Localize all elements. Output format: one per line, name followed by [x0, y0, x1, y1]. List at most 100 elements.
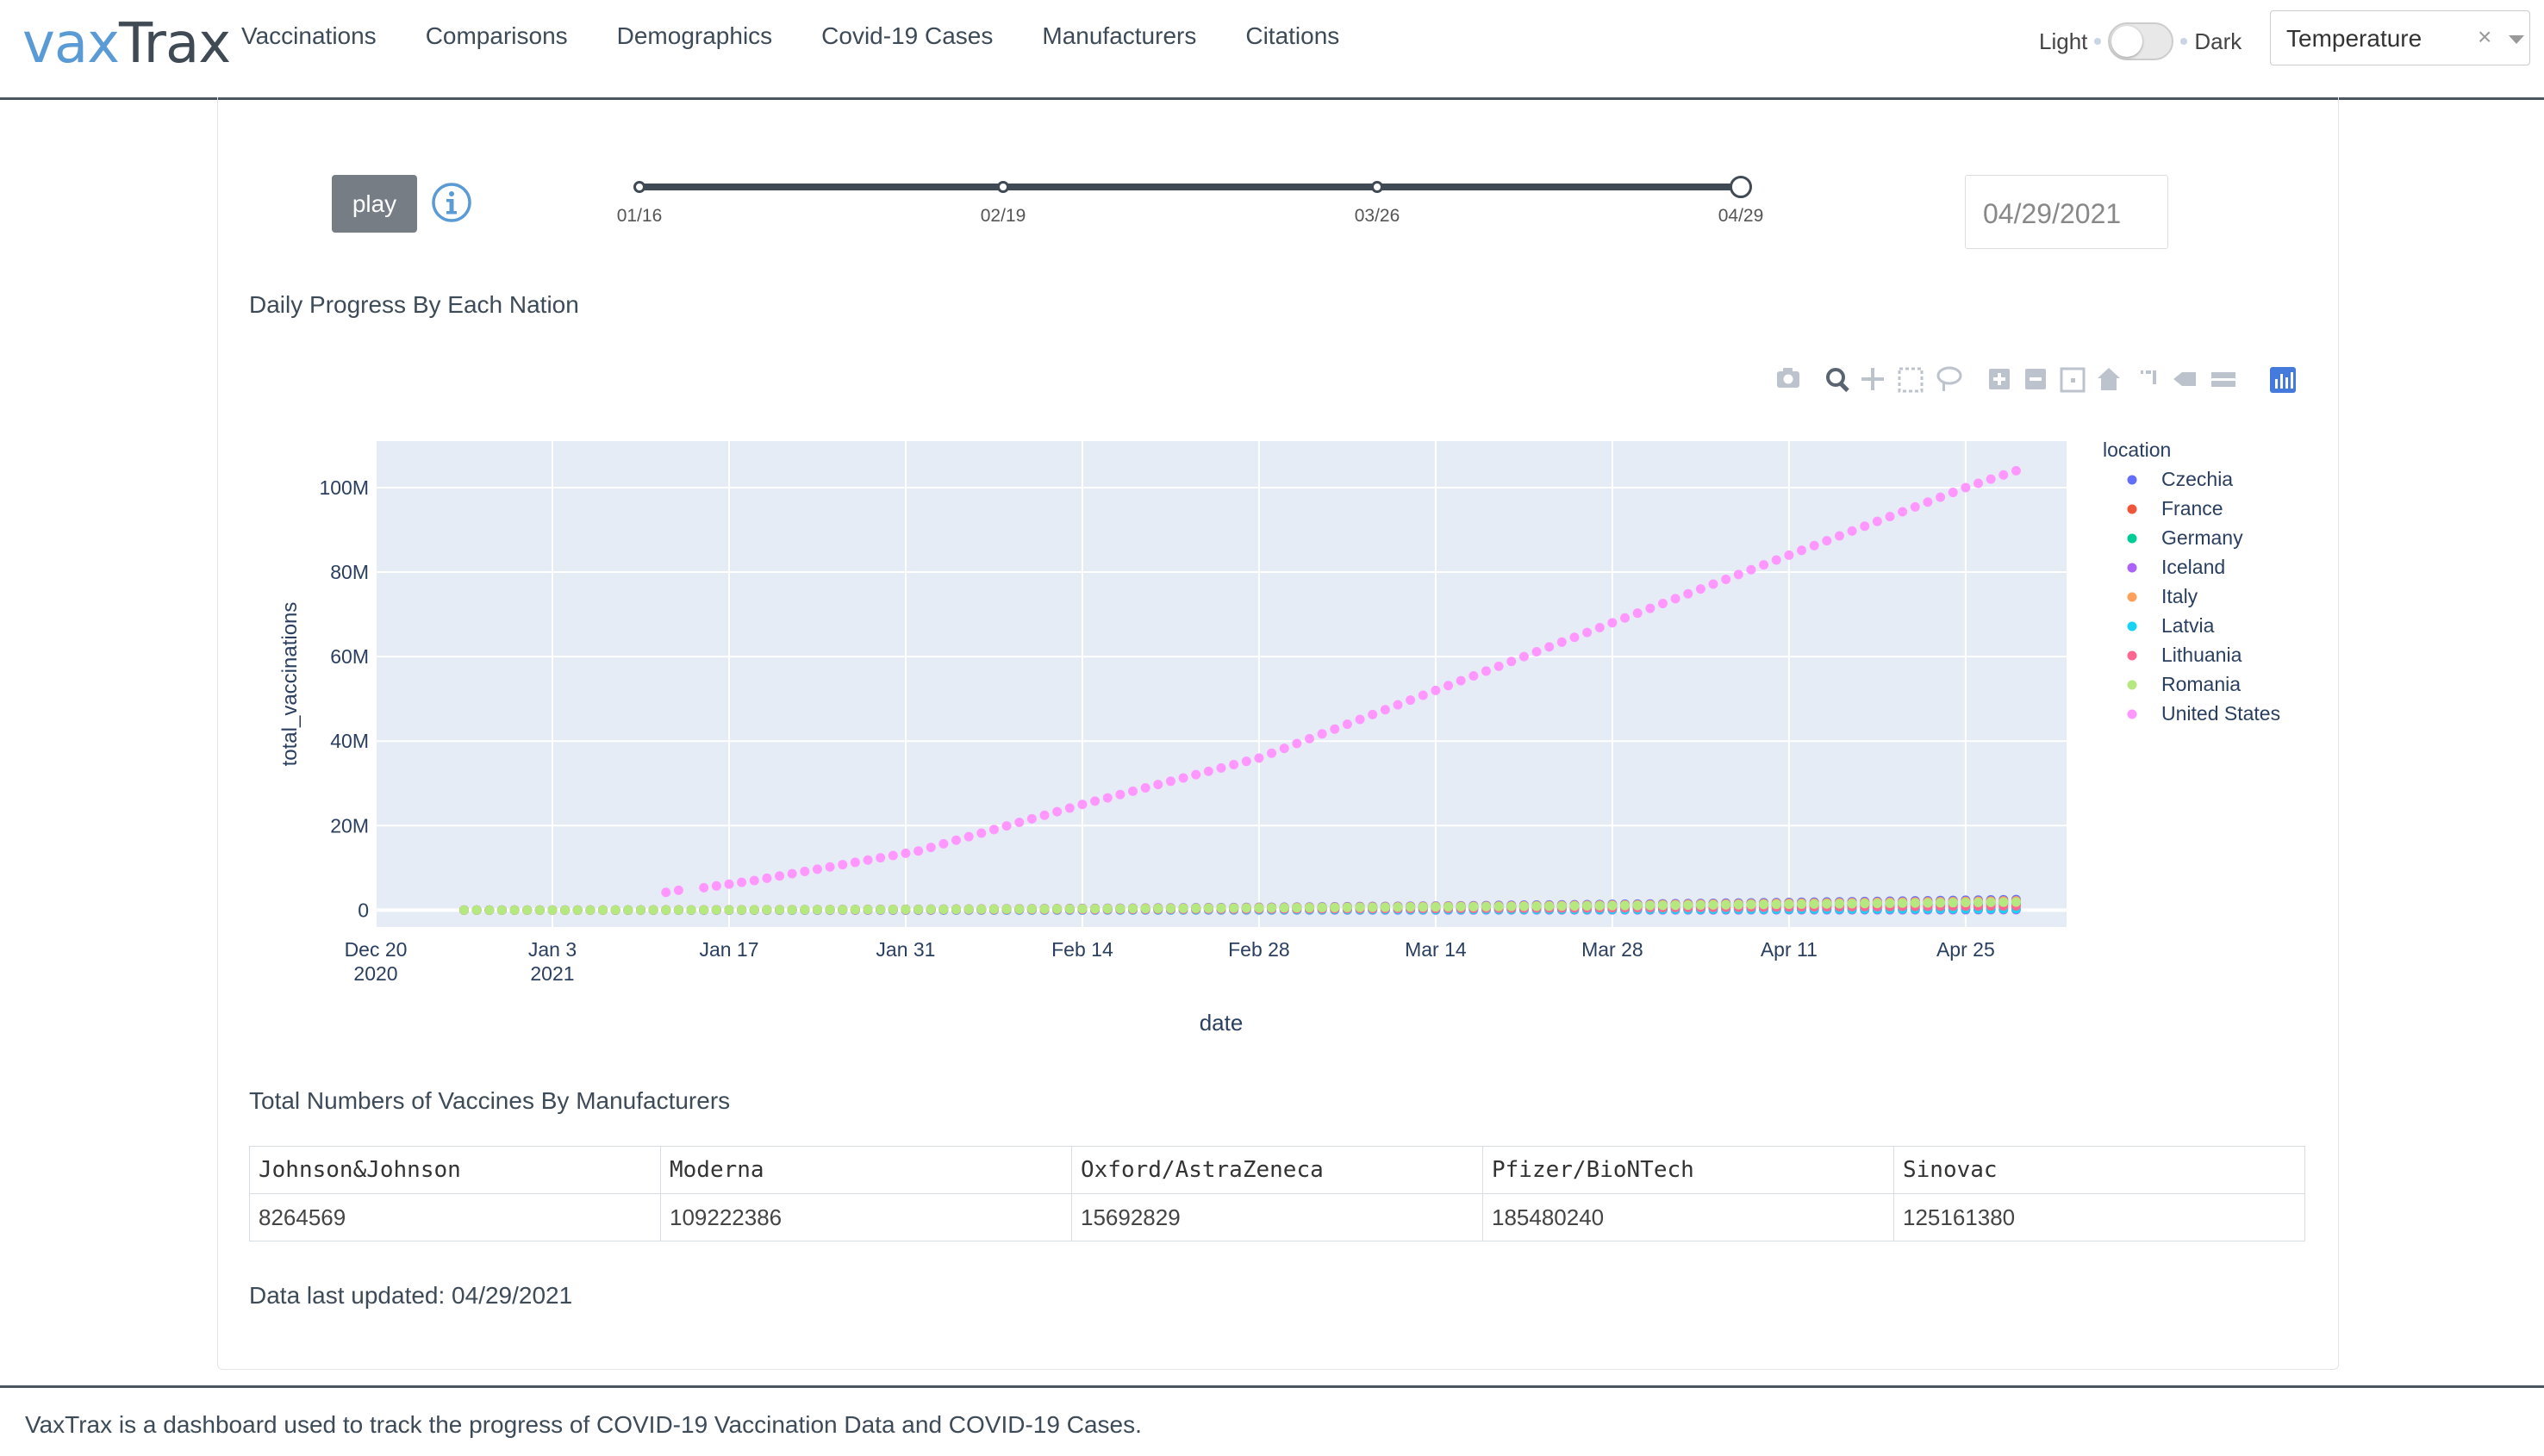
zoom-icon[interactable] — [1826, 368, 1849, 393]
legend-marker[interactable] — [2127, 592, 2137, 602]
legend-marker[interactable] — [2127, 504, 2137, 514]
data-point — [1556, 901, 1567, 912]
data-point — [888, 905, 898, 915]
header-johnson-johnson[interactable]: Johnson&Johnson — [249, 1146, 661, 1194]
hover-closest-icon[interactable] — [2173, 372, 2196, 386]
cell-sinovac[interactable]: 125161380 — [1893, 1193, 2305, 1241]
legend-item[interactable]: Latvia — [2161, 614, 2215, 637]
plotly-logo-icon[interactable] — [2270, 367, 2296, 393]
data-point — [661, 905, 671, 915]
legend-item[interactable]: Lithuania — [2161, 644, 2242, 666]
data-point — [787, 868, 797, 879]
box-select-icon[interactable] — [1898, 367, 1924, 393]
lasso-icon[interactable] — [1936, 366, 1962, 391]
pan-icon[interactable] — [1861, 368, 1884, 390]
camera-icon[interactable] — [1777, 368, 1799, 388]
data-point — [1885, 899, 1895, 909]
hover-compare-icon[interactable] — [2211, 372, 2235, 387]
data-point — [1014, 904, 1025, 914]
date-slider[interactable]: 01/16 02/19 03/26 04/29 — [617, 176, 1763, 230]
data-point — [1191, 769, 1201, 780]
legend-marker[interactable] — [2127, 533, 2137, 544]
data-point — [484, 905, 495, 915]
legend-item[interactable]: Iceland — [2161, 556, 2225, 578]
toggle-knob[interactable] — [2111, 26, 2143, 57]
slider-mark[interactable]: 01/16 — [617, 206, 663, 227]
data-point — [1708, 899, 1718, 910]
data-point — [1961, 898, 1971, 908]
header-pfizer-biontech[interactable]: Pfizer/BioNTech — [1482, 1146, 1894, 1194]
cell-johnson-johnson[interactable]: 8264569 — [249, 1193, 661, 1241]
cell-pfizer-biontech[interactable]: 185480240 — [1482, 1193, 1894, 1241]
data-point — [901, 848, 911, 858]
nav-vaccinations[interactable]: Vaccinations — [241, 22, 377, 50]
slider-handle[interactable] — [1730, 176, 1752, 198]
vaccination-scatter-chart[interactable]: Dec 202020 Jan 32021 Jan 17 Jan 31 Feb 14 Feb… — [224, 414, 2327, 1034]
slider-mark[interactable]: 03/26 — [1355, 206, 1400, 227]
spike-lines-icon[interactable] — [2141, 370, 2156, 384]
legend-marker[interactable] — [2127, 621, 2137, 632]
y-tick-label: 0 — [358, 899, 369, 921]
date-input[interactable]: 04/29/2021 — [1965, 175, 2168, 249]
legend-marker[interactable] — [2127, 650, 2137, 661]
table-row: 8264569 109222386 15692829 185480240 125… — [249, 1193, 2305, 1241]
nav-demographics[interactable]: Demographics — [617, 22, 773, 50]
data-point — [1733, 899, 1743, 910]
header-oxford-astrazeneca[interactable]: Oxford/AstraZeneca — [1071, 1146, 1483, 1194]
data-point — [1998, 470, 2009, 480]
footer-divider — [0, 1385, 2544, 1388]
data-point — [963, 831, 974, 842]
autoscale-icon[interactable] — [2060, 367, 2086, 393]
data-point — [496, 905, 507, 915]
legend-item[interactable]: France — [2161, 497, 2223, 520]
cell-oxford-astrazeneca[interactable]: 15692829 — [1071, 1193, 1483, 1241]
x-tick-label: 2021 — [530, 962, 574, 985]
nav-manufacturers[interactable]: Manufacturers — [1042, 22, 1196, 50]
data-point — [1355, 714, 1365, 725]
theme-toggle[interactable] — [2108, 22, 2174, 60]
home-icon[interactable] — [2098, 368, 2120, 390]
data-point — [1898, 898, 1908, 908]
legend-item[interactable]: Romania — [2161, 673, 2241, 695]
data-point — [913, 846, 924, 856]
zoom-out-icon[interactable] — [2025, 369, 2046, 389]
nav-covid-cases[interactable]: Covid-19 Cases — [821, 22, 993, 50]
x-tick-label: Mar 28 — [1581, 938, 1643, 961]
slider-mark[interactable]: 04/29 — [1718, 206, 1764, 227]
legend-item[interactable]: United States — [2161, 702, 2280, 725]
legend-marker[interactable] — [2127, 709, 2137, 719]
data-point — [699, 905, 709, 915]
data-point — [1506, 656, 1517, 667]
slider-mark[interactable]: 02/19 — [981, 206, 1026, 227]
data-point — [1847, 899, 1857, 909]
chevron-down-icon[interactable] — [2509, 35, 2524, 44]
data-point — [1456, 675, 1466, 686]
legend-marker[interactable] — [2127, 680, 2137, 690]
nav-citations[interactable]: Citations — [1245, 22, 1339, 50]
data-point — [1607, 618, 1618, 628]
data-point — [1797, 899, 1807, 909]
legend-item[interactable]: Germany — [2161, 526, 2243, 549]
cell-moderna[interactable]: 109222386 — [660, 1193, 1072, 1241]
header-moderna[interactable]: Moderna — [660, 1146, 1072, 1194]
data-point — [1178, 773, 1188, 783]
slider-rail[interactable] — [638, 184, 1743, 190]
logo[interactable]: vaxTrax — [22, 12, 231, 76]
legend-item[interactable]: Italy — [2161, 585, 2198, 607]
info-circle-icon[interactable] — [430, 181, 473, 224]
nav-comparisons[interactable]: Comparisons — [426, 22, 568, 50]
data-point — [1620, 613, 1631, 623]
header-sinovac[interactable]: Sinovac — [1893, 1146, 2305, 1194]
data-point — [863, 855, 873, 865]
data-point — [1809, 540, 1819, 551]
legend-marker[interactable] — [2127, 475, 2137, 485]
zoom-in-icon[interactable] — [1989, 369, 2010, 389]
play-button[interactable]: play — [332, 175, 417, 233]
clear-icon[interactable]: × — [2478, 23, 2491, 51]
legend-marker[interactable] — [2127, 563, 2137, 573]
variable-select[interactable]: Temperature × — [2270, 10, 2530, 65]
dark-label: Dark — [2194, 28, 2242, 54]
data-point — [1784, 899, 1794, 910]
data-point — [850, 857, 860, 868]
legend-item[interactable]: Czechia — [2161, 468, 2233, 490]
